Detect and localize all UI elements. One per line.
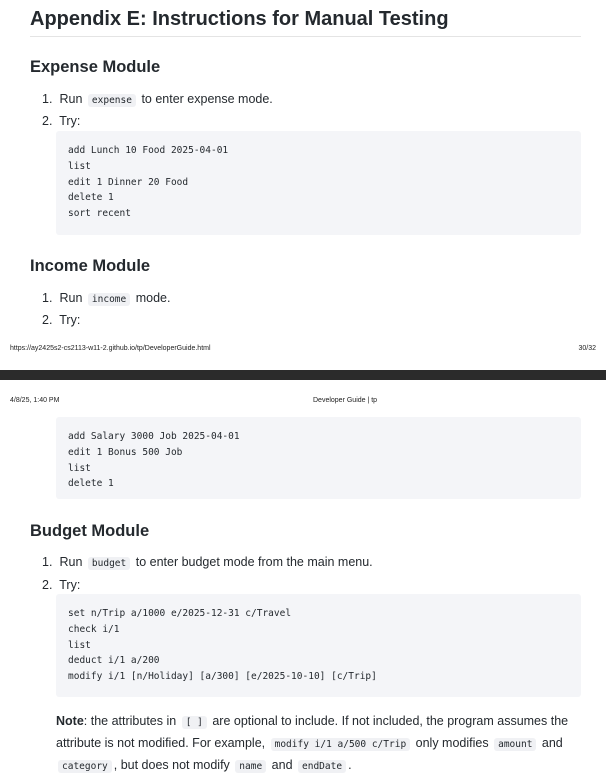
note-text: : the attributes in [83,714,177,728]
income-step-1: 1. Run income mode. [42,289,170,309]
page-title: Appendix E: Instructions for Manual Test… [30,6,581,37]
note-label: Note [56,714,84,728]
income-step-2: 2. Try: [42,311,80,329]
inline-code: expense [87,94,136,107]
note-text: and [541,736,563,750]
expense-step-1: 1. Run expense to enter expense mode. [42,90,273,110]
inline-code: modify i/1 a/500 c/Trip [270,738,411,751]
code-line: set n/Trip a/1000 e/2025-12-31 c/Travel [68,608,292,619]
list-number: 1. [42,291,53,305]
step-text: to enter budget mode from the main menu. [135,555,373,569]
inline-code: budget [87,557,131,570]
step-text: Run [59,291,83,305]
list-number: 1. [42,555,53,569]
budget-code-block: set n/Trip a/1000 e/2025-12-31 c/Travel … [56,594,581,697]
step-text: Try: [59,313,81,327]
budget-step-1: 1. Run budget to enter budget mode from … [42,553,373,573]
code-line: edit 1 Dinner 20 Food [68,176,189,188]
footer-url: https://ay2425s2-cs2113-w11-2.github.io/… [10,345,211,352]
note-paragraph: Note: the attributes in [ ] are optional… [56,711,576,777]
code-line: delete 1 [68,192,114,204]
inline-code: name [235,760,267,773]
header-date: 4/8/25, 1:40 PM [10,397,60,404]
code-line: add Lunch 10 Food 2025-04-01 [68,145,229,156]
code-line: delete 1 [68,478,114,490]
code-line: check i/1 [68,623,120,635]
inline-code: income [87,293,131,306]
code-line: list [68,160,91,172]
expense-code-block: add Lunch 10 Food 2025-04-01 list edit 1… [56,131,581,235]
code-line: add Salary 3000 Job 2025-04-01 [68,431,240,442]
budget-step-2: 2. Try: [42,576,80,594]
inline-code: [ ] [181,716,207,729]
note-text: only modifies [415,736,489,750]
step-text: Try: [59,114,81,128]
list-number: 2. [42,578,53,592]
pdf-page-31: 4/8/25, 1:40 PM Developer Guide | tp add… [0,380,606,773]
step-text: to enter expense mode. [141,92,273,106]
code-line: sort recent [68,208,131,220]
expense-module-heading: Expense Module [30,58,161,76]
income-module-heading: Income Module [30,257,151,275]
list-number: 2. [42,313,53,327]
pdf-page-30: Appendix E: Instructions for Manual Test… [0,0,606,360]
list-number: 2. [42,114,53,128]
expense-step-2: 2. Try: [42,112,80,130]
step-text: Run [59,555,83,569]
step-text: mode. [135,291,171,305]
code-line: edit 1 Bonus 500 Job [68,446,183,458]
page-separator [0,370,606,380]
code-line: deduct i/1 a/200 [68,655,160,667]
code-line: list [68,462,91,474]
header-title: Developer Guide | tp [313,397,378,404]
list-number: 1. [42,92,53,106]
inline-code: category [58,760,112,773]
code-line: list [68,639,91,651]
step-text: Try: [59,578,81,592]
budget-module-heading: Budget Module [30,522,150,540]
code-line: modify i/1 [n/Holiday] [a/300] [e/2025-1… [68,671,377,683]
inline-code: endDate [298,760,347,773]
step-text: Run [59,92,83,106]
footer-page-number: 30/32 [578,345,596,352]
income-code-block: add Salary 3000 Job 2025-04-01 edit 1 Bo… [56,417,581,499]
inline-code: amount [494,738,537,751]
